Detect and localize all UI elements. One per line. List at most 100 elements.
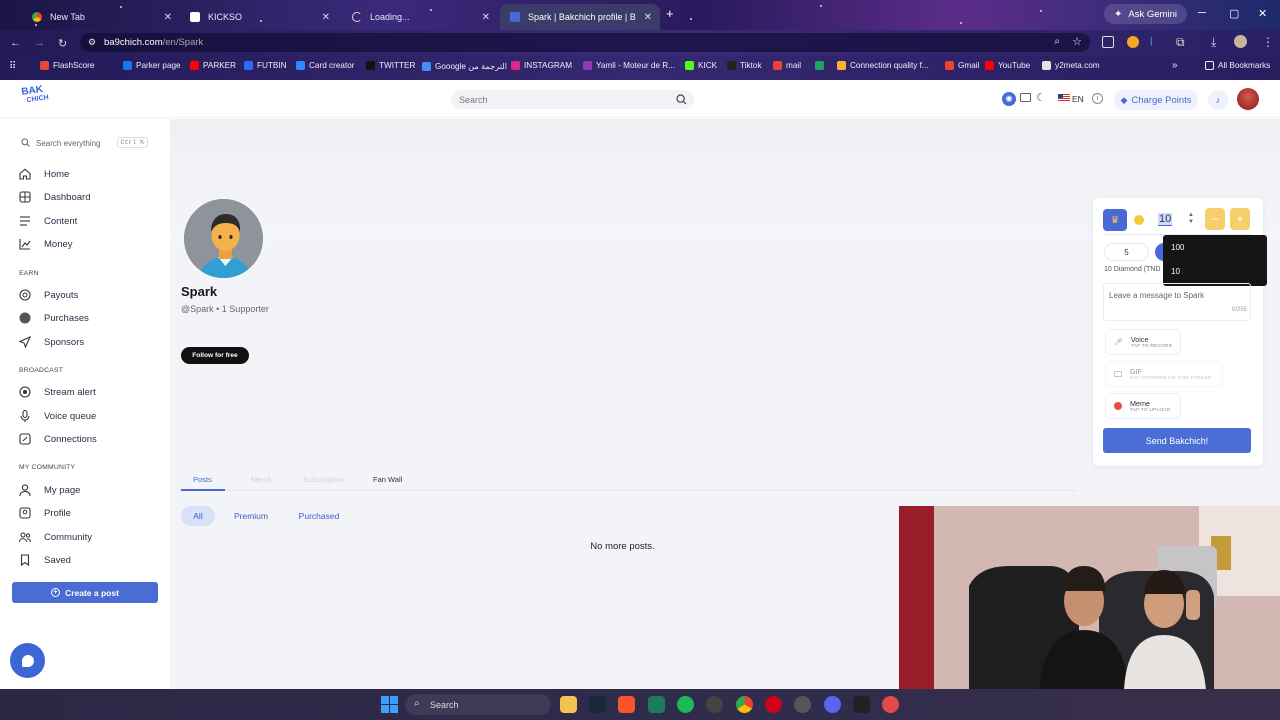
site-info-icon[interactable]: ⚙ [88, 37, 96, 48]
voice-option[interactable]: 🎤︎ Voice TAP TO RECORD [1105, 329, 1181, 355]
apps-grid-icon[interactable]: ⠿ [9, 61, 16, 72]
increase-button[interactable]: + [1230, 208, 1250, 230]
bookmark-item[interactable]: FUTBIN [244, 61, 287, 70]
bookmark-item[interactable]: Tiktok [727, 61, 762, 70]
tab-fan-wall[interactable]: Fan Wall [373, 475, 402, 484]
sidebar-item-saved[interactable]: Saved [18, 551, 71, 569]
all-bookmarks[interactable]: All Bookmarks [1205, 61, 1270, 70]
speedometer-icon[interactable] [706, 696, 723, 713]
bookmark-item[interactable]: YouTube [985, 61, 1030, 70]
desktop-icon[interactable] [1020, 93, 1031, 102]
charge-points-button[interactable]: ◆ Charge Points [1114, 90, 1198, 110]
follow-button[interactable]: Follow for free [181, 347, 249, 364]
sidebar-item-payouts[interactable]: Payouts [18, 286, 78, 304]
extensions-icon[interactable]: ⧉ [1176, 35, 1185, 50]
bookmark-item[interactable]: y2meta.com [1042, 61, 1100, 70]
screenshot-icon[interactable] [1102, 36, 1114, 48]
close-icon[interactable]: ✕ [164, 12, 172, 23]
filter-purchased[interactable]: Purchased [292, 506, 346, 526]
app-icon[interactable] [648, 696, 665, 713]
tab-kickso[interactable]: KICKSO ✕ [180, 4, 338, 30]
sidebar-search-input[interactable]: Search everything Ctrl K [12, 134, 154, 152]
discord-icon[interactable] [824, 696, 841, 713]
bookmark-item[interactable]: Card creator [296, 61, 355, 70]
window-close-icon[interactable]: ✕ [1258, 7, 1267, 20]
user-avatar[interactable] [1237, 88, 1259, 110]
close-icon[interactable]: ✕ [482, 12, 490, 23]
suggestion-option[interactable]: 10 [1171, 267, 1180, 276]
sidebar-item-profile[interactable]: Profile [18, 504, 71, 522]
tab-subscription[interactable]: Subscription [303, 475, 344, 484]
tab-merch[interactable]: Merch [251, 475, 272, 484]
bakchich-logo[interactable]: BAK CHICH [21, 84, 49, 105]
brave-icon[interactable] [618, 696, 635, 713]
bookmark-item[interactable]: Yamli - Moteur de R... [583, 61, 675, 70]
message-textarea[interactable]: Leave a message to Spark 0/255 [1103, 283, 1251, 321]
back-icon[interactable]: ← [10, 37, 21, 49]
chrome-taskbar-icon[interactable] [736, 696, 753, 713]
bookmark-star-icon[interactable]: ☆ [1072, 35, 1082, 48]
close-icon[interactable]: ✕ [644, 12, 652, 23]
sidebar-item-dashboard[interactable]: Dashboard [18, 188, 90, 206]
extension-audio-icon[interactable]: ⦚ [1150, 35, 1153, 50]
bookmark-item[interactable]: mail [773, 61, 801, 70]
profile-avatar-icon[interactable] [1234, 35, 1247, 48]
sidebar-item-connections[interactable]: Connections [18, 430, 97, 448]
send-bakchich-button[interactable]: Send Bakchich! [1103, 428, 1251, 453]
coin-currency-button[interactable] [1128, 209, 1150, 231]
sidebar-item-sponsors[interactable]: Sponsors [18, 333, 84, 351]
sidebar-item-stream-alert[interactable]: Stream alert [18, 383, 96, 401]
sidebar-item-content[interactable]: Content [18, 212, 77, 230]
taskbar-search-input[interactable]: ⌕ Search [405, 694, 551, 715]
extension-cookie-icon[interactable] [1127, 36, 1139, 48]
bookmark-item[interactable]: FlashScore [40, 61, 94, 70]
bookmark-item[interactable]: Parker page [123, 61, 181, 70]
address-bar[interactable]: ⚙ ba9chich.com /en/Spark ⌕ ☆ [80, 33, 1090, 52]
sidebar-item-home[interactable]: Home [18, 165, 69, 183]
chat-support-button[interactable] [10, 643, 45, 678]
ask-gemini-button[interactable]: ✦ Ask Gemini [1104, 4, 1187, 24]
language-selector[interactable]: EN [1072, 94, 1084, 104]
filter-premium[interactable]: Premium [226, 506, 276, 526]
windows-start-icon[interactable] [381, 696, 398, 713]
bookmark-item[interactable]: KICK [685, 61, 717, 70]
steam-icon[interactable] [589, 696, 606, 713]
file-explorer-icon[interactable] [560, 696, 577, 713]
tab-spark-profile[interactable]: Spark | Bakchich profile | Bakchich ✕ [500, 4, 660, 30]
close-icon[interactable]: ✕ [322, 12, 330, 23]
notification-bell-icon[interactable]: ♪ [1208, 90, 1228, 110]
tab-posts[interactable]: Posts [193, 475, 212, 484]
spotify-icon[interactable] [677, 696, 694, 713]
bookmark-item[interactable]: Gmail [945, 61, 979, 70]
bookmark-item[interactable] [815, 61, 828, 70]
sidebar-item-community[interactable]: Community [18, 528, 92, 546]
more-bookmarks-icon[interactable]: » [1172, 60, 1178, 71]
bookmark-item[interactable]: INSTAGRAM [511, 61, 572, 70]
app-red-icon[interactable] [882, 696, 899, 713]
zoom-icon[interactable]: ⌕ [1054, 36, 1060, 47]
settings-icon[interactable] [794, 696, 811, 713]
create-post-button[interactable]: + Create a post [12, 582, 158, 603]
amount-input[interactable]: 10 [1158, 213, 1173, 226]
sidebar-item-purchases[interactable]: Purchases [18, 309, 89, 327]
theme-auto-icon[interactable]: ✺ [1002, 92, 1016, 106]
decrease-button[interactable]: − [1205, 208, 1225, 230]
bookmark-item[interactable]: PARKER [190, 61, 236, 70]
forward-icon[interactable]: → [34, 37, 45, 49]
preset-amount-5[interactable]: 5 [1104, 243, 1149, 261]
terminal-icon[interactable] [853, 696, 870, 713]
amount-stepper-icon[interactable]: ▲ ▼ [1188, 212, 1194, 226]
sidebar-item-voice-queue[interactable]: Voice queue [18, 407, 96, 425]
suggestion-option[interactable]: 100 [1171, 243, 1184, 252]
bookmark-item[interactable]: Connection quality f... [837, 61, 929, 70]
bookmark-item[interactable]: TWITTER [366, 61, 415, 70]
info-icon[interactable]: i [1092, 93, 1103, 104]
tab-loading[interactable]: Loading... ✕ [342, 4, 498, 30]
download-icon[interactable]: ⤓ [1211, 35, 1216, 50]
meme-option[interactable]: Meme TAP TO UPLOAD [1105, 393, 1181, 419]
minimize-icon[interactable]: ─ [1198, 7, 1206, 19]
header-search-input[interactable]: Search [451, 90, 694, 109]
search-icon[interactable] [676, 94, 687, 105]
sidebar-item-money[interactable]: Money [18, 235, 73, 253]
bookmark-item[interactable]: Gooogle الترجمة من [422, 61, 507, 71]
